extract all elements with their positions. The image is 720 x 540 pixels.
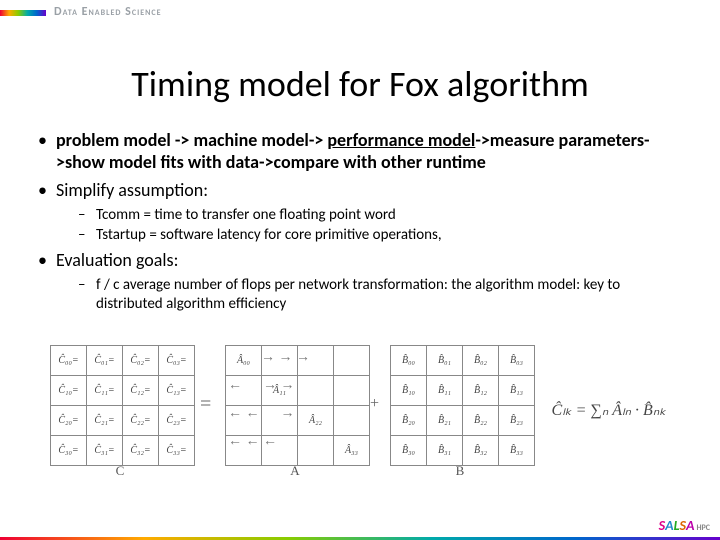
matrix-c: Ĉ₀₀=Ĉ₀₁=Ĉ₀₂=Ĉ₀₃= Ĉ₁₀=Ĉ₁₁=Ĉ₁₂=Ĉ₁₃= Ĉ₂₀=Ĉ₂…	[50, 345, 195, 466]
b-cell: B̂₂₀	[391, 406, 427, 436]
b-cell: B̂₂₂	[463, 406, 499, 436]
c-cell: Ĉ₁₂=	[123, 376, 159, 406]
slide: Data Enabled Science Timing model for Fo…	[0, 0, 720, 540]
b-cell: B̂₁₁	[427, 376, 463, 406]
b-cell: B̂₀₂	[463, 346, 499, 376]
b-cell: B̂₃₂	[463, 436, 499, 466]
bullet-1-underline: performance model	[327, 129, 475, 151]
b-cell: B̂₂₁	[427, 406, 463, 436]
a-cell: Â₂₂	[298, 406, 334, 436]
logo-letter: A	[686, 517, 694, 534]
bullet-3: Evaluation goals: f / c average number o…	[34, 250, 686, 313]
bullet-3a: f / c average number of flops per networ…	[56, 276, 686, 313]
header-bar: Data Enabled Science	[0, 0, 720, 26]
salsa-logo: SALSAHPC	[659, 517, 710, 534]
rainbow-accent	[0, 10, 46, 16]
arrow-icon: ← → →	[228, 378, 295, 394]
b-cell: B̂₃₃	[499, 436, 535, 466]
c-cell: Ĉ₁₀=	[51, 376, 87, 406]
b-cell: B̂₁₂	[463, 376, 499, 406]
bullet-2b: Tstartup = software latency for core pri…	[56, 226, 686, 244]
slide-title: Timing model for Fox algorithm	[0, 62, 720, 106]
logo-letter: A	[665, 517, 673, 534]
logo-suffix: HPC	[696, 523, 710, 533]
b-cell: B̂₀₀	[391, 346, 427, 376]
c-cell: Ĉ₃₁=	[87, 436, 123, 466]
b-cell: B̂₁₀	[391, 376, 427, 406]
arrow-icon: ← ← ←	[228, 434, 277, 450]
label-a: A	[275, 463, 315, 479]
slide-body: problem model -> machine model-> perform…	[34, 130, 686, 319]
arrow-icon: → → →	[261, 350, 310, 366]
c-cell: Ĉ₁₃=	[159, 376, 195, 406]
a-cell: Â₀₀	[226, 346, 262, 376]
brand-text: Data Enabled Science	[54, 5, 162, 19]
bullet-2: Simplify assumption: Tcomm = time to tra…	[34, 180, 686, 245]
a-cell: Â₃₃	[334, 436, 370, 466]
label-b: B	[440, 463, 480, 479]
b-cell: B̂₃₁	[427, 436, 463, 466]
c-cell: Ĉ₁₁=	[87, 376, 123, 406]
c-cell: Ĉ₀₃=	[159, 346, 195, 376]
c-cell: Ĉ₀₀=	[51, 346, 87, 376]
equals-sign: =	[200, 393, 211, 416]
c-cell: Ĉ₂₀=	[51, 406, 87, 436]
bullet-2-text: Simplify assumption:	[56, 179, 208, 201]
b-cell: B̂₀₃	[499, 346, 535, 376]
b-cell: B̂₀₁	[427, 346, 463, 376]
bullet-1: problem model -> machine model-> perform…	[34, 130, 686, 174]
matrix-b: B̂₀₀B̂₀₁B̂₀₂B̂₀₃ B̂₁₀B̂₁₁B̂₁₂B̂₁₃ B̂₂₀B̂…	[390, 345, 535, 466]
c-cell: Ĉ₃₂=	[123, 436, 159, 466]
label-c: C	[100, 463, 140, 479]
c-cell: Ĉ₃₃=	[159, 436, 195, 466]
c-cell: Ĉ₃₀=	[51, 436, 87, 466]
matrix-a: Â₀₀ Â₁₁ Â₂₂ Â₃₃ → → → ← → → ← ← → ← ← ←	[225, 345, 370, 466]
c-cell: Ĉ₀₂=	[123, 346, 159, 376]
bullet-1-lead: problem model -> machine model->	[56, 129, 327, 151]
plus-sign: +	[370, 395, 379, 413]
c-cell: Ĉ₂₂=	[123, 406, 159, 436]
matrix-figure: Ĉ₀₀=Ĉ₀₁=Ĉ₀₂=Ĉ₀₃= Ĉ₁₀=Ĉ₁₁=Ĉ₁₂=Ĉ₁₃= Ĉ₂₀=Ĉ₂…	[50, 345, 670, 500]
arrow-icon: ← ← →	[228, 406, 295, 422]
c-cell: Ĉ₂₃=	[159, 406, 195, 436]
b-cell: B̂₃₀	[391, 436, 427, 466]
bullet-3-text: Evaluation goals:	[56, 249, 178, 271]
formula: Ĉₗₖ = ∑ₙ Âₗₙ · B̂ₙₖ	[552, 400, 666, 420]
c-cell: Ĉ₀₁=	[87, 346, 123, 376]
bullet-2a: Tcomm = time to transfer one floating po…	[56, 206, 686, 224]
b-cell: B̂₁₃	[499, 376, 535, 406]
c-cell: Ĉ₂₁=	[87, 406, 123, 436]
b-cell: B̂₂₃	[499, 406, 535, 436]
